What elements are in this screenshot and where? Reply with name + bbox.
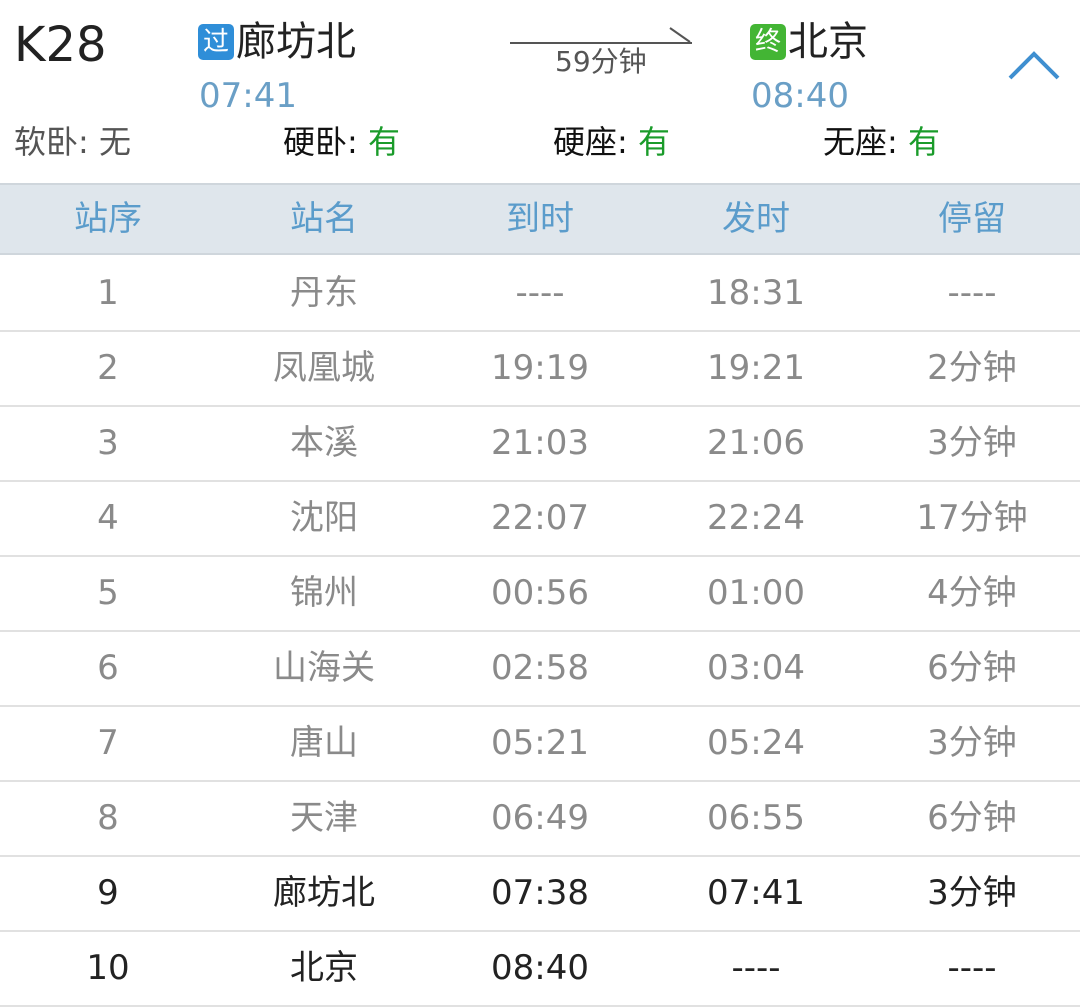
cell-stop: 3分钟: [927, 723, 1017, 763]
cell-stop: 6分钟: [927, 798, 1017, 838]
arrow-head-icon: [669, 27, 691, 43]
cell-arrive: ----: [515, 273, 565, 313]
cell-order: 8: [97, 798, 119, 838]
cell-order: 9: [97, 873, 119, 913]
travel-duration: 59分钟: [555, 45, 647, 78]
train-number: K28: [14, 17, 107, 73]
cell-order: 3: [97, 423, 119, 463]
cell-order: 4: [97, 498, 119, 538]
seat-hard-sleeper: 硬卧: 有: [283, 123, 400, 161]
table-row-current[interactable]: 9 廊坊北 07:38 07:41 3分钟: [0, 857, 1080, 932]
cell-station: 丹东: [290, 273, 358, 313]
cell-stop: ----: [947, 273, 997, 313]
table-row[interactable]: 5 锦州 00:56 01:00 4分钟: [0, 557, 1080, 632]
cell-arrive: 08:40: [491, 948, 589, 988]
column-header-station: 站名: [290, 199, 358, 239]
chevron-up-icon[interactable]: [1006, 48, 1062, 84]
cell-order: 7: [97, 723, 119, 763]
cell-order: 2: [97, 348, 119, 388]
cell-depart: 01:00: [707, 573, 805, 613]
table-row-current[interactable]: 10 北京 08:40 ---- ----: [0, 932, 1080, 1007]
to-station-name: 北京: [788, 19, 868, 65]
cell-depart: 18:31: [707, 273, 805, 313]
cell-station: 锦州: [290, 573, 358, 613]
pass-badge: 过: [198, 24, 234, 60]
cell-arrive: 22:07: [491, 498, 589, 538]
cell-arrive: 02:58: [491, 648, 589, 688]
cell-arrive: 19:19: [491, 348, 589, 388]
from-station: 过 廊坊北: [198, 18, 356, 66]
cell-station: 沈阳: [290, 498, 358, 538]
cell-station: 北京: [290, 948, 358, 988]
terminal-badge: 终: [750, 24, 786, 60]
cell-arrive: 06:49: [491, 798, 589, 838]
cell-stop: ----: [947, 948, 997, 988]
seat-hard-seat: 硬座: 有: [553, 123, 670, 161]
table-row[interactable]: 6 山海关 02:58 03:04 6分钟: [0, 632, 1080, 707]
table-row[interactable]: 1 丹东 ---- 18:31 ----: [0, 257, 1080, 332]
seat-soft-sleeper: 软卧: 无: [14, 123, 131, 161]
cell-order: 1: [97, 273, 119, 313]
table-header: 站序 站名 到时 发时 停留: [0, 183, 1080, 255]
table-row[interactable]: 2 凤凰城 19:19 19:21 2分钟: [0, 332, 1080, 407]
from-station-name: 廊坊北: [236, 19, 356, 65]
cell-order: 5: [97, 573, 119, 613]
column-header-stop: 停留: [938, 199, 1006, 239]
cell-station: 山海关: [273, 648, 375, 688]
to-time: 08:40: [751, 76, 849, 116]
train-summary-header[interactable]: K28 过 廊坊北 07:41 59分钟 终 北京 08:40 软卧: 无 硬卧…: [0, 0, 1080, 183]
cell-arrive: 21:03: [491, 423, 589, 463]
table-row[interactable]: 7 唐山 05:21 05:24 3分钟: [0, 707, 1080, 782]
cell-arrive: 05:21: [491, 723, 589, 763]
cell-depart: 19:21: [707, 348, 805, 388]
cell-depart: 06:55: [707, 798, 805, 838]
cell-depart: 07:41: [707, 873, 805, 913]
cell-station: 唐山: [290, 723, 358, 763]
seat-standing: 无座: 有: [823, 123, 940, 161]
table-row[interactable]: 3 本溪 21:03 21:06 3分钟: [0, 407, 1080, 482]
cell-station: 廊坊北: [273, 873, 375, 913]
table-row[interactable]: 4 沈阳 22:07 22:24 17分钟: [0, 482, 1080, 557]
column-header-order: 站序: [74, 199, 142, 239]
cell-stop: 17分钟: [916, 498, 1028, 538]
arrow-right-icon: [510, 42, 692, 44]
table-row[interactable]: 8 天津 06:49 06:55 6分钟: [0, 782, 1080, 857]
cell-stop: 2分钟: [927, 348, 1017, 388]
cell-order: 10: [86, 948, 130, 988]
cell-arrive: 00:56: [491, 573, 589, 613]
cell-station: 本溪: [290, 423, 358, 463]
column-header-depart: 发时: [722, 199, 790, 239]
cell-arrive: 07:38: [491, 873, 589, 913]
cell-station: 凤凰城: [273, 348, 375, 388]
to-station: 终 北京: [750, 18, 868, 66]
cell-depart: 05:24: [707, 723, 805, 763]
cell-depart: 03:04: [707, 648, 805, 688]
cell-stop: 4分钟: [927, 573, 1017, 613]
cell-station: 天津: [290, 798, 358, 838]
cell-depart: 22:24: [707, 498, 805, 538]
from-time: 07:41: [199, 76, 297, 116]
cell-stop: 6分钟: [927, 648, 1017, 688]
cell-stop: 3分钟: [927, 423, 1017, 463]
cell-order: 6: [97, 648, 119, 688]
stations-table: 1 丹东 ---- 18:31 ---- 2 凤凰城 19:19 19:21 2…: [0, 257, 1080, 1007]
cell-stop: 3分钟: [927, 873, 1017, 913]
cell-depart: ----: [731, 948, 781, 988]
column-header-arrive: 到时: [506, 199, 574, 239]
cell-depart: 21:06: [707, 423, 805, 463]
